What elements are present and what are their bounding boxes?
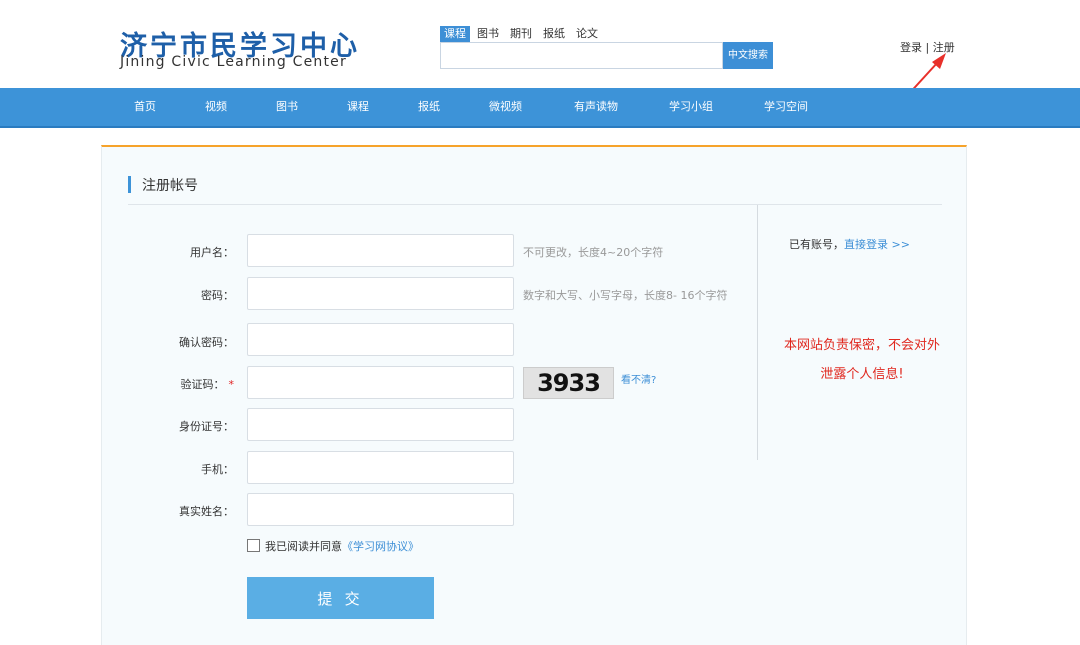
side-divider: [757, 205, 758, 460]
id-number-field[interactable]: [247, 408, 514, 441]
privacy-line-2: 泄露个人信息!: [820, 367, 904, 382]
search-tab-journals[interactable]: 期刊: [506, 26, 536, 42]
nav-item-home[interactable]: 首页: [134, 88, 156, 126]
logo-subtitle: Jining Civic Learning Center: [120, 54, 347, 70]
captcha-field[interactable]: [247, 366, 514, 399]
nav-item-video[interactable]: 视频: [205, 88, 227, 126]
existing-account-text: 已有账号，直接登录 >>: [789, 236, 910, 252]
search-tab-newspapers[interactable]: 报纸: [539, 26, 569, 42]
password-hint: 数字和大写、小写字母，长度8- 16个字符: [523, 289, 728, 302]
agree-label: 我已阅读并同意: [265, 540, 342, 553]
confirm-password-field[interactable]: [247, 323, 514, 356]
nav-item-micro-video[interactable]: 微视频: [489, 88, 522, 126]
password-label: 密码：: [201, 289, 234, 302]
username-label: 用户名：: [190, 246, 234, 259]
privacy-notice: 本网站负责保密，不会对外 泄露个人信息!: [772, 331, 952, 389]
main-nav: 首页 视频 图书 课程 报纸 微视频 有声读物 学习小组 学习空间: [0, 88, 1080, 128]
search-type-tabs: 课程 图书 期刊 报纸 论文: [440, 26, 605, 42]
nav-item-study-groups[interactable]: 学习小组: [669, 88, 713, 126]
register-panel: 注册帐号 用户名： 不可更改，长度4~20个字符 密码： 数字和大写、小写字母，…: [101, 145, 967, 645]
nav-item-newspapers[interactable]: 报纸: [418, 88, 440, 126]
password-field[interactable]: [247, 277, 514, 310]
captcha-label: 验证码： *: [102, 376, 235, 392]
phone-label: 手机：: [201, 463, 234, 476]
phone-field[interactable]: [247, 451, 514, 484]
agree-text: 我已阅读并同意《学习网协议》: [265, 538, 419, 554]
page-title: 注册帐号: [128, 175, 198, 195]
direct-login-link[interactable]: 直接登录 >>: [844, 238, 910, 251]
agreement-link[interactable]: 《学习网协议》: [342, 540, 419, 553]
nav-item-courses[interactable]: 课程: [347, 88, 369, 126]
required-mark: *: [228, 378, 235, 391]
search-input[interactable]: [440, 42, 723, 69]
confirm-password-label: 确认密码：: [179, 336, 234, 349]
search-tab-papers[interactable]: 论文: [572, 26, 602, 42]
search-tab-course[interactable]: 课程: [440, 26, 470, 42]
username-field[interactable]: [247, 234, 514, 267]
title-divider: [128, 204, 942, 205]
agree-checkbox[interactable]: [247, 539, 260, 552]
header: 济宁市民学习中心 Jining Civic Learning Center 课程…: [0, 0, 1080, 121]
real-name-label: 真实姓名：: [179, 505, 234, 518]
real-name-field[interactable]: [247, 493, 514, 526]
captcha-image[interactable]: 3933: [523, 367, 614, 399]
captcha-label-text: 验证码：: [180, 378, 225, 391]
existing-account-label: 已有账号，: [789, 238, 844, 251]
search-button[interactable]: 中文搜索: [723, 42, 773, 69]
nav-item-study-space[interactable]: 学习空间: [764, 88, 808, 126]
captcha-refresh-link[interactable]: 看不清?: [621, 371, 656, 386]
username-hint: 不可更改，长度4~20个字符: [523, 246, 664, 259]
search-tab-books[interactable]: 图书: [473, 26, 503, 42]
nav-item-books[interactable]: 图书: [276, 88, 298, 126]
id-number-label: 身份证号：: [179, 420, 234, 433]
nav-item-audiobooks[interactable]: 有声读物: [574, 88, 618, 126]
privacy-line-1: 本网站负责保密，不会对外: [783, 338, 940, 353]
submit-button[interactable]: 提 交: [247, 577, 434, 619]
